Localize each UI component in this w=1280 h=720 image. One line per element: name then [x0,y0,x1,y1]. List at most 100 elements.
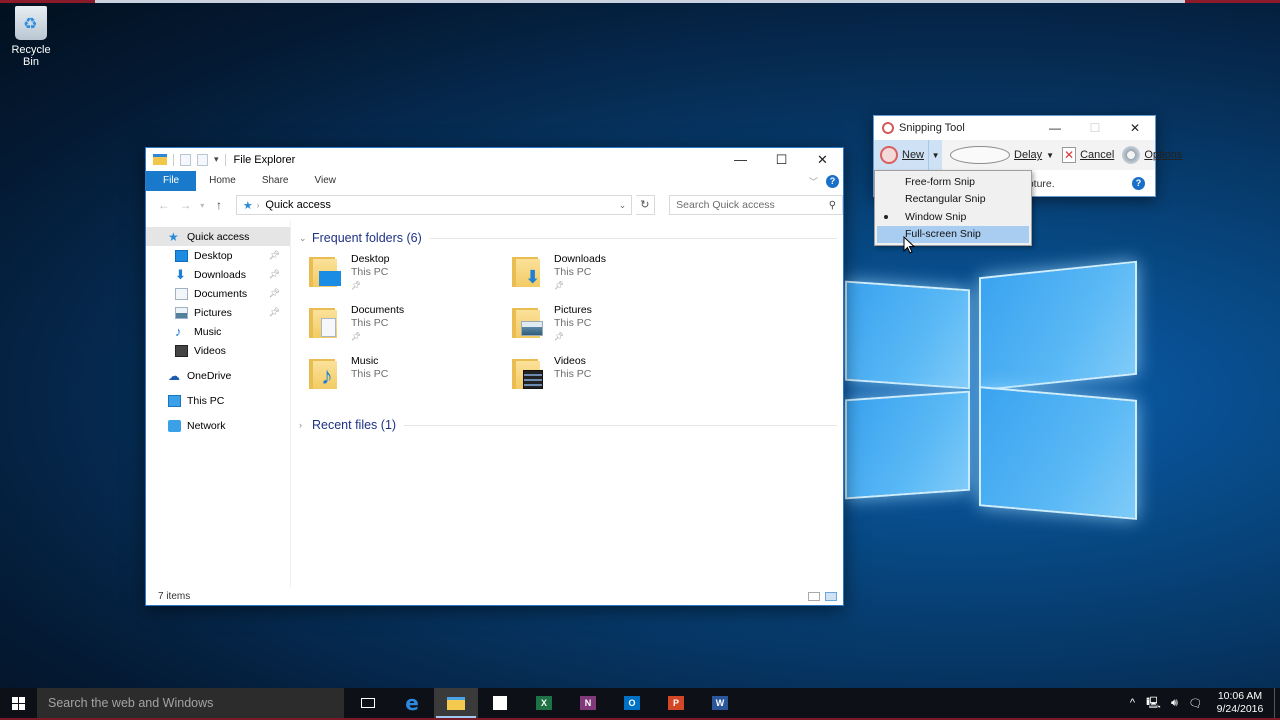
start-button[interactable] [0,688,37,718]
tab-file[interactable]: File [146,171,197,191]
nav-network[interactable]: Network [146,416,290,435]
pin-icon: 📌︎ [351,332,362,341]
nav-pictures[interactable]: Pictures 📌︎ [146,303,290,322]
maximize-button[interactable]: ☐ [761,148,802,171]
onenote-icon: N [580,696,596,710]
menu-item-free-form-snip[interactable]: Free-form Snip [875,173,1031,191]
folder-tile-videos[interactable]: Videos This PC [510,355,713,402]
navigation-bar: ← → ▾ ↑ ★ › Quick access ⌄ ↻ Search Quic… [146,191,844,219]
volume-icon[interactable]: 🔊︎ [1164,697,1185,710]
delay-button[interactable]: Delay ▼ [942,140,1058,170]
downloads-folder-icon: ⬇ [510,255,546,289]
tab-share[interactable]: Share [249,171,302,191]
taskbar-file-explorer[interactable] [434,688,478,718]
snipping-tool-title-bar[interactable]: Snipping Tool — ☐ ✕ [874,116,1155,140]
taskbar-outlook[interactable]: O [610,688,654,718]
breadcrumb-quick-access[interactable]: Quick access [265,199,330,211]
recent-locations-icon[interactable]: ▾ [198,201,206,210]
taskbar-excel[interactable]: X [522,688,566,718]
snip-maximize-button: ☐ [1089,121,1101,135]
details-view-button[interactable] [808,591,820,601]
folder-tile-music[interactable]: ♪ Music This PC [307,355,510,402]
this-pc-icon [168,394,181,407]
pin-icon: 📌︎ [268,288,280,298]
minimize-button[interactable]: — [720,148,761,171]
title-bar[interactable]: ▾ File Explorer — ☐ ✕ [146,148,843,171]
nav-music[interactable]: ♪ Music [146,322,290,341]
back-button[interactable]: ← [155,198,173,212]
forward-button[interactable]: → [177,198,195,212]
pin-icon: 📌︎ [268,307,280,317]
refresh-button[interactable]: ↻ [635,195,656,215]
taskbar-store[interactable] [478,688,522,718]
nav-downloads[interactable]: ⬇ Downloads 📌︎ [146,265,290,284]
delay-dropdown-icon[interactable]: ▼ [1046,151,1054,160]
nav-documents[interactable]: Documents 📌︎ [146,284,290,303]
frequent-folders-header[interactable]: ⌄ Frequent folders (6) [299,227,837,249]
properties-icon[interactable] [180,153,191,166]
search-input[interactable]: Search Quick access ⚲ [669,195,844,215]
expand-chevron-icon[interactable]: › [299,420,307,430]
onedrive-icon: ☁ [168,368,180,383]
address-bar[interactable]: ★ › Quick access ⌄ [235,195,632,215]
new-snip-button[interactable]: New [874,140,929,170]
selected-bullet-icon [884,215,888,219]
cancel-button[interactable]: ✕ Cancel [1058,140,1118,170]
tab-view[interactable]: View [302,171,350,191]
folder-tile-documents[interactable]: Documents This PC 📌︎ [307,304,510,351]
folder-tile-desktop[interactable]: Desktop This PC 📌︎ [307,253,510,300]
action-center-icon[interactable]: 🗨︎ [1185,697,1206,710]
pictures-icon [175,306,188,319]
nav-videos[interactable]: Videos [146,341,290,360]
customize-quick-access-icon[interactable]: ▾ [214,154,219,165]
up-button[interactable]: ↑ [210,198,228,212]
taskbar-search-box[interactable]: Search the web and Windows [37,688,344,718]
options-button[interactable]: Options [1118,140,1186,170]
folder-tile-downloads[interactable]: ⬇ Downloads This PC 📌︎ [510,253,713,300]
show-hidden-icons-chevron-icon[interactable]: ^ [1122,697,1143,709]
ribbon-tabs: File Home Share View ﹀ ? [146,171,843,191]
folder-tile-pictures[interactable]: Pictures This PC 📌︎ [510,304,713,351]
nav-this-pc[interactable]: This PC [146,391,290,410]
documents-icon [175,287,188,300]
taskbar-word[interactable]: W [698,688,742,718]
videos-icon [175,344,188,357]
search-placeholder: Search Quick access [676,199,775,211]
snip-close-button[interactable]: ✕ [1115,121,1155,135]
nav-onedrive[interactable]: ☁ OneDrive [146,366,290,385]
nav-quick-access[interactable]: ★ Quick access [146,227,290,246]
taskbar-edge[interactable]: e [390,688,434,718]
menu-item-window-snip[interactable]: Window Snip [875,208,1031,226]
help-icon[interactable]: ? [826,174,839,188]
recycle-bin-shortcut[interactable]: Recycle Bin [2,6,60,68]
desktop-folder-icon [307,255,343,289]
taskbar-onenote[interactable]: N [566,688,610,718]
task-view-button[interactable] [346,688,390,718]
address-dropdown-icon[interactable]: ⌄ [615,200,631,211]
store-icon [493,696,507,710]
file-explorer-icon [447,696,465,710]
excel-icon: X [536,696,552,710]
menu-item-full-screen-snip[interactable]: Full-screen Snip [877,225,1029,243]
taskbar-powerpoint[interactable]: P [654,688,698,718]
desktop-icon [175,249,188,262]
recent-files-header[interactable]: › Recent files (1) [299,414,837,436]
collapse-chevron-icon[interactable]: ⌄ [299,233,307,244]
tab-home[interactable]: Home [196,171,249,191]
show-desktop-button[interactable] [1274,688,1280,718]
close-button[interactable]: ✕ [802,148,843,171]
taskbar: Search the web and Windows e X N O P W ^… [0,688,1280,720]
network-icon[interactable]: 🖳︎ [1143,694,1164,713]
help-icon[interactable]: ? [1132,177,1145,190]
menu-item-rectangular-snip[interactable]: Rectangular Snip [875,191,1031,209]
nav-desktop[interactable]: Desktop 📌︎ [146,246,290,265]
large-icons-view-button[interactable] [825,591,837,601]
expand-ribbon-icon[interactable]: ﹀ [809,175,818,188]
new-folder-icon[interactable] [197,153,208,166]
downloads-icon: ⬇ [175,266,186,282]
snip-minimize-button[interactable]: — [1035,121,1075,135]
new-snip-icon [880,146,898,164]
new-mode-dropdown-button[interactable]: ▼ [928,140,943,170]
breadcrumb-chevron-icon[interactable]: › [257,201,260,210]
clock[interactable]: 10:06 AM 9/24/2016 [1210,690,1270,716]
